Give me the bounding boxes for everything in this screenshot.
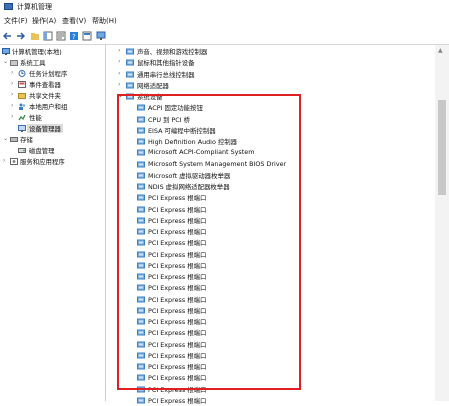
window-title: 计算机管理 xyxy=(17,3,52,11)
menu-help[interactable]: 帮助(H) xyxy=(92,16,117,26)
device-icon xyxy=(137,397,145,404)
back-icon[interactable] xyxy=(3,31,13,41)
disk-icon xyxy=(18,148,26,153)
tools-icon xyxy=(10,60,18,66)
event-viewer-icon xyxy=(18,81,26,88)
forward-icon[interactable] xyxy=(15,31,25,41)
export-icon[interactable] xyxy=(82,31,92,41)
chevron-right-icon[interactable]: › xyxy=(11,91,13,98)
chevron-down-icon[interactable]: ⌄ xyxy=(3,58,8,65)
device-label: 通用串行总线控制器 xyxy=(137,70,195,79)
navigation-tree: 计算机管理(本地) ⌄ 系统工具 › 任务计划程序 › 事件查看器 › 共享文件… xyxy=(0,45,106,401)
usb-icon xyxy=(126,71,134,77)
device-label: PCI Express 根端口 xyxy=(148,396,207,405)
device-label: 鼠标和其他指针设备 xyxy=(137,59,195,68)
menu-bar: 文件(F) 操作(A) 查看(V) 帮助(H) xyxy=(0,14,449,26)
show-tree-icon[interactable] xyxy=(43,31,53,41)
scroll-up-arrow-icon[interactable]: ▲ xyxy=(438,47,443,54)
clock-icon xyxy=(18,70,26,77)
toolbar: ? xyxy=(0,28,449,45)
storage-icon xyxy=(10,137,18,142)
tree-item-label: 计算机管理(本地) xyxy=(12,48,62,56)
shared-folder-icon xyxy=(18,93,26,99)
device-manager-icon xyxy=(18,125,26,132)
sound-icon xyxy=(126,48,134,55)
performance-icon xyxy=(18,114,26,121)
monitor-icon[interactable] xyxy=(96,31,106,41)
menu-view[interactable]: 查看(V) xyxy=(62,16,86,26)
computer-management-icon xyxy=(4,3,13,10)
services-icon xyxy=(10,158,18,165)
highlight-box xyxy=(117,94,301,390)
network-adapter-icon xyxy=(126,82,134,89)
title-bar: 计算机管理 xyxy=(0,0,449,13)
mouse-icon xyxy=(126,59,134,66)
chevron-right-icon[interactable]: › xyxy=(11,80,13,87)
svg-text:?: ? xyxy=(72,33,76,41)
chevron-right-icon[interactable]: › xyxy=(3,157,5,164)
scrollbar-thumb[interactable] xyxy=(438,100,446,195)
chevron-right-icon[interactable]: › xyxy=(11,69,13,76)
chevron-right-icon[interactable]: › xyxy=(11,102,13,109)
device-label: 网络适配器 xyxy=(137,81,169,90)
chevron-right-icon[interactable]: › xyxy=(118,47,120,54)
menu-action[interactable]: 操作(A) xyxy=(32,16,56,26)
properties-icon[interactable] xyxy=(56,31,66,41)
chevron-right-icon[interactable]: › xyxy=(11,113,13,120)
menu-file[interactable]: 文件(F) xyxy=(4,16,28,26)
vertical-scrollbar[interactable]: ▲ xyxy=(435,45,449,401)
chevron-right-icon[interactable]: › xyxy=(118,81,120,88)
computer-management-icon xyxy=(2,48,10,55)
users-icon xyxy=(19,103,26,110)
up-folder-icon[interactable] xyxy=(30,31,40,41)
chevron-down-icon[interactable]: ⌄ xyxy=(3,135,8,142)
chevron-right-icon[interactable]: › xyxy=(118,70,120,77)
chevron-right-icon[interactable]: › xyxy=(118,58,120,65)
help-icon[interactable]: ? xyxy=(69,31,79,41)
device-label: 声音、视频和游戏控制器 xyxy=(137,48,208,56)
